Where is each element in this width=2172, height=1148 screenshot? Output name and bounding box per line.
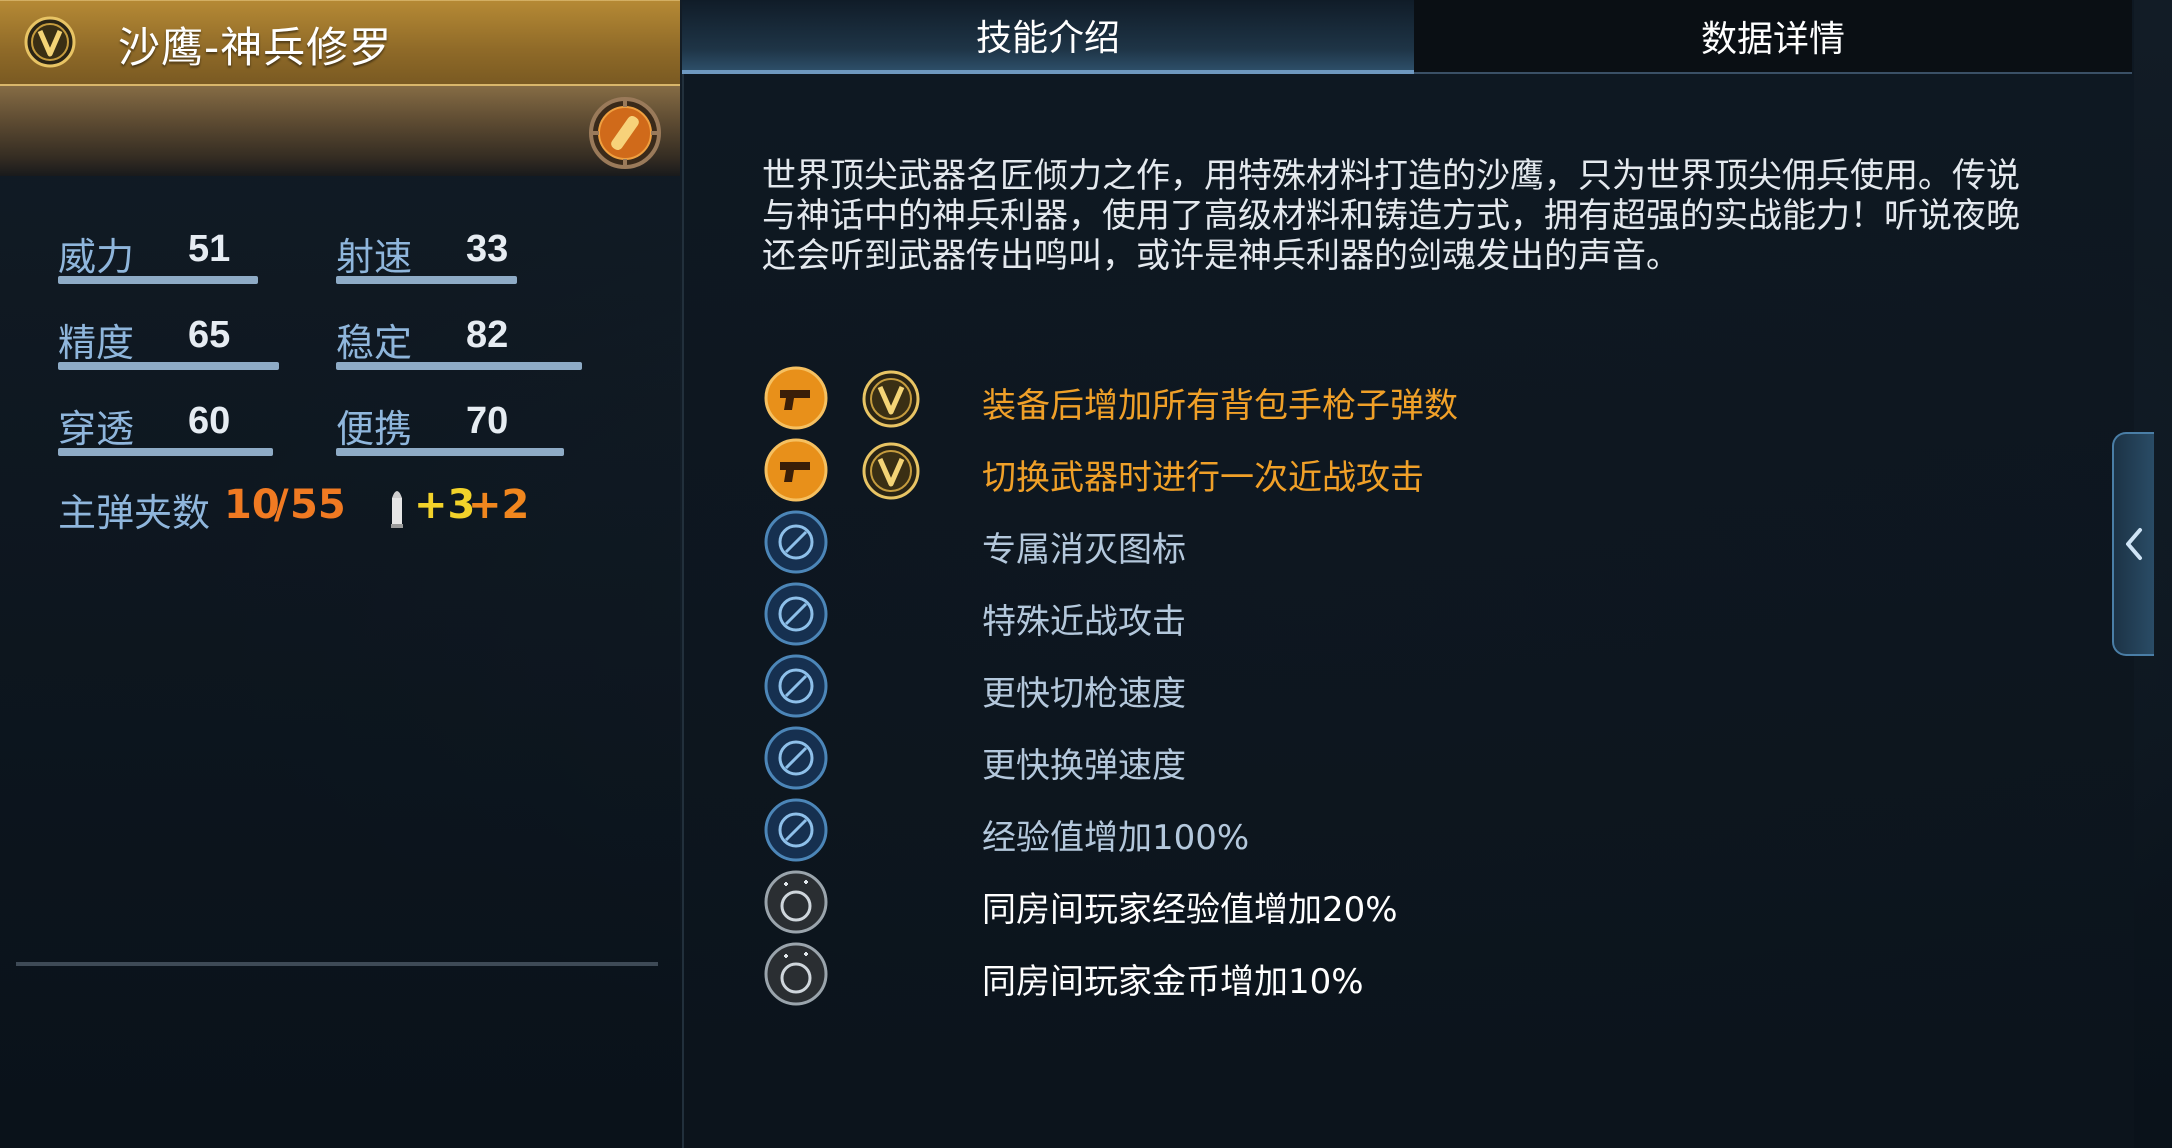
skill-row: 更快换弹速度	[762, 724, 2062, 796]
rank-v-badge-icon	[862, 370, 920, 428]
skill-row: 专属消灭图标	[762, 508, 2062, 580]
stat-bar	[336, 276, 517, 284]
room-exp-boost-icon	[764, 870, 828, 934]
fast-reload-icon	[764, 726, 828, 790]
weapon-title-bar: 沙鹰-神兵修罗	[0, 0, 680, 86]
skill-text: 同房间玩家经验值增加20%	[982, 890, 1398, 930]
chevron-left-icon	[2126, 528, 2142, 560]
divider	[16, 962, 658, 966]
pistol-ammo-icon	[764, 366, 828, 430]
skill-row: 切换武器时进行一次近战攻击	[762, 436, 2062, 508]
magazine-current: 10	[224, 482, 280, 528]
fast-switch-icon	[764, 654, 828, 718]
stat-label: 射速	[336, 235, 413, 279]
skill-row: 同房间玩家金币增加10%	[762, 940, 2062, 1012]
skill-text: 专属消灭图标	[982, 530, 1186, 570]
skill-text: 特殊近战攻击	[982, 602, 1186, 642]
skill-text: 经验值增加100%	[982, 818, 1250, 858]
magazine-row: 主弹夹数 10 / 55 +3 +2	[58, 482, 618, 538]
stat-fire-rate: 射速 33	[336, 226, 536, 284]
bullet-icon	[391, 491, 403, 528]
skill-text: 更快切枪速度	[982, 674, 1186, 714]
weapon-description: 世界顶尖武器名匠倾力之作，用特殊材料打造的沙鹰，只为世界顶尖佣兵使用。传说与神话…	[762, 156, 2020, 276]
magazine-total: 55	[290, 482, 346, 528]
magazine-label: 主弹夹数	[58, 491, 211, 535]
collapse-side-tab[interactable]	[2112, 432, 2154, 656]
stat-value: 51	[188, 228, 231, 270]
tab-data-details[interactable]: 数据详情	[1414, 0, 2132, 74]
magazine-bonus-secondary: +2	[468, 482, 530, 528]
skill-row: 经验值增加100%	[762, 796, 2062, 868]
skill-text: 切换武器时进行一次近战攻击	[982, 458, 1424, 498]
stat-value: 65	[188, 314, 231, 356]
stat-value: 82	[466, 314, 509, 356]
stat-bar	[336, 362, 582, 370]
stat-label: 威力	[58, 235, 135, 279]
stat-value: 60	[188, 400, 231, 442]
magazine-bonus-primary: +3	[414, 482, 476, 528]
stat-portability: 便携 70	[336, 398, 564, 456]
skill-row: 装备后增加所有背包手枪子弹数	[762, 364, 2062, 436]
stat-accuracy: 精度 65	[58, 312, 279, 370]
stat-power: 威力 51	[58, 226, 258, 284]
weapon-detail-screen: 沙鹰-神兵修罗 威力 51 射速 33 精度 65 稳定 82 穿透 60 便携…	[0, 0, 2172, 1148]
stat-penetration: 穿透 60	[58, 398, 273, 456]
skill-text: 装备后增加所有背包手枪子弹数	[982, 386, 1458, 426]
weapon-stats-panel: 沙鹰-神兵修罗 威力 51 射速 33 精度 65 稳定 82 穿透 60 便携…	[0, 0, 680, 1148]
ammo-type-icon	[589, 97, 661, 169]
skill-text: 同房间玩家金币增加10%	[982, 962, 1364, 1002]
stat-label: 便携	[336, 407, 413, 451]
weapon-banner	[0, 86, 680, 176]
stat-label: 稳定	[336, 321, 413, 365]
weapon-name: 沙鹰-神兵修罗	[118, 23, 393, 72]
stat-bar	[58, 362, 279, 370]
skill-text: 更快换弹速度	[982, 746, 1186, 786]
info-tabs: 技能介绍 数据详情	[682, 0, 2132, 74]
rank-v-badge-icon	[24, 16, 76, 68]
melee-attack-icon	[764, 582, 828, 646]
stat-bar	[336, 448, 564, 456]
pistol-melee-icon	[764, 438, 828, 502]
stat-label: 穿透	[58, 407, 135, 451]
stat-value: 33	[466, 228, 509, 270]
rank-v-badge-icon	[862, 442, 920, 500]
room-gold-boost-icon	[764, 942, 828, 1006]
skill-row: 特殊近战攻击	[762, 580, 2062, 652]
stat-label: 精度	[58, 321, 135, 365]
stat-stability: 稳定 82	[336, 312, 582, 370]
kill-mark-icon	[764, 510, 828, 574]
stat-value: 70	[466, 400, 509, 442]
skill-row: 同房间玩家经验值增加20%	[762, 868, 2062, 940]
stat-bar	[58, 276, 258, 284]
exp-boost-icon	[764, 798, 828, 862]
magazine-separator: /	[274, 482, 289, 528]
tab-skill-intro[interactable]: 技能介绍	[682, 0, 1414, 74]
stat-bar	[58, 448, 273, 456]
skill-row: 更快切枪速度	[762, 652, 2062, 724]
